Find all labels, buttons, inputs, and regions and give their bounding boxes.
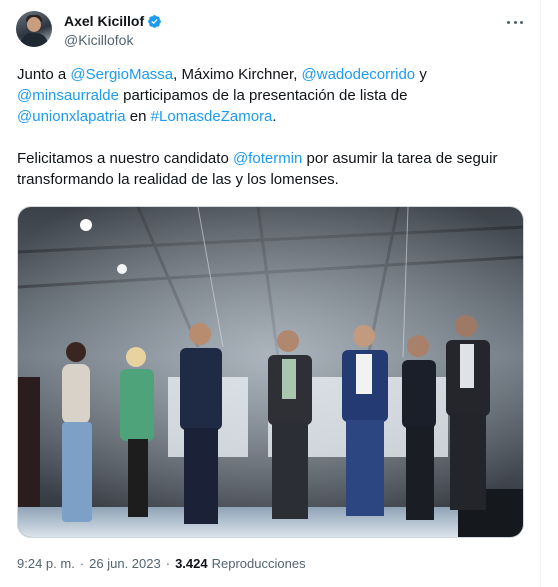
tweet-meta: 9:24 p. m. · 26 jun. 2023 · 3.424 Reprod… [17, 556, 306, 571]
tweet-text: Junto a @SergioMassa, Máximo Kirchner, @… [17, 64, 527, 190]
tweet-date[interactable]: 26 jun. 2023 [89, 556, 161, 571]
views-label[interactable]: Reproducciones [212, 556, 306, 571]
text-segment: , Máximo Kirchner, [173, 66, 302, 83]
text-segment: por asumir la tarea de seguir [302, 150, 498, 167]
views-count: 3.424 [175, 556, 208, 571]
event-stage-photo [18, 207, 523, 537]
hashtag-lomasdezamora[interactable]: #LomasdeZamora [151, 108, 273, 125]
mention-fotermin[interactable]: @fotermin [233, 150, 302, 167]
tweet-paragraph-1: Junto a @SergioMassa, Máximo Kirchner, @… [17, 64, 527, 127]
mention-sergiomassa[interactable]: @SergioMassa [70, 66, 173, 83]
author-info: Axel Kicillof @Kicillofok [64, 13, 162, 48]
verified-badge-icon [148, 14, 162, 28]
meta-separator: · [79, 556, 85, 571]
text-segment: Felicitamos a nuestro candidato [17, 150, 233, 167]
mention-minsaurralde[interactable]: @minsaurralde [17, 87, 119, 104]
avatar[interactable] [16, 11, 52, 47]
author-handle[interactable]: @Kicillofok [64, 32, 162, 48]
text-segment: . [272, 108, 277, 125]
text-segment: transformando la realidad de las y los l… [17, 171, 339, 188]
mention-unionxlapatria[interactable]: @unionxlapatria [17, 108, 126, 125]
meta-separator: · [165, 556, 171, 571]
tweet-photo[interactable] [17, 206, 524, 538]
more-options-icon[interactable] [504, 13, 526, 31]
author-display-name[interactable]: Axel Kicillof [64, 13, 144, 29]
text-segment: en [125, 108, 151, 125]
tweet-paragraph-2: Felicitamos a nuestro candidato @fotermi… [17, 148, 527, 190]
text-segment: Junto a [17, 66, 71, 83]
mention-wadodecorrido[interactable]: @wadodecorrido [302, 66, 416, 83]
text-segment: participamos de la presentación de lista… [118, 87, 408, 104]
tweet-header: Axel Kicillof @Kicillofok [16, 11, 526, 51]
text-segment: y [415, 66, 427, 83]
tweet-time[interactable]: 9:24 p. m. [17, 556, 75, 571]
tweet-card: Axel Kicillof @Kicillofok Junto a @Sergi… [0, 0, 541, 587]
